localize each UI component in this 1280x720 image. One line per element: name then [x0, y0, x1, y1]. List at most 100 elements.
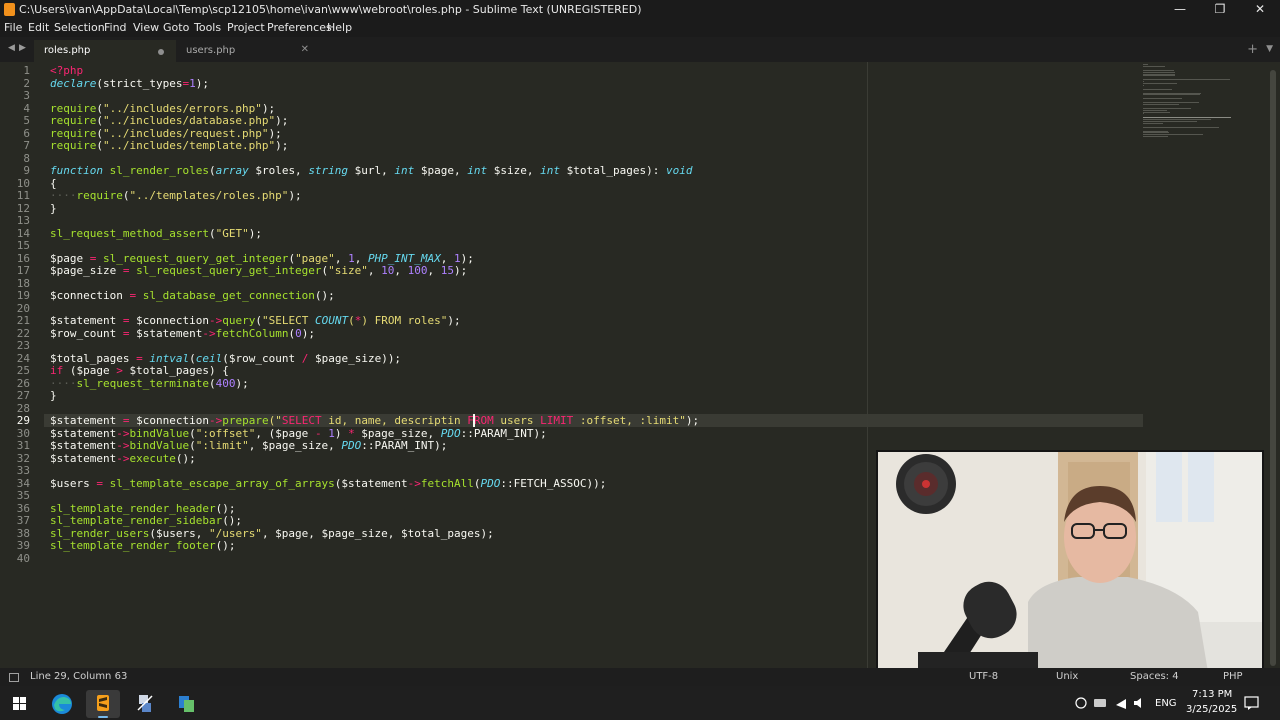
network-app-icon[interactable] — [128, 690, 162, 718]
code-line[interactable]: $page_size = sl_request_query_get_intege… — [50, 264, 467, 278]
code-token: - — [314, 426, 322, 440]
line-number: 21 — [16, 314, 30, 327]
code-line[interactable]: ····require("../templates/roles.php"); — [50, 189, 302, 203]
tab-back-icon[interactable]: ◀ — [8, 43, 15, 53]
code-token: sl_render_roles — [109, 164, 209, 177]
code-token: int — [467, 164, 488, 177]
edge-icon[interactable] — [45, 690, 79, 718]
indentation-indicator[interactable]: Spaces: 4 — [1130, 671, 1179, 682]
volume-icon[interactable] — [1134, 698, 1141, 708]
line-endings-indicator[interactable]: Unix — [1056, 671, 1078, 682]
code-line[interactable]: function sl_render_roles(array $roles, s… — [50, 164, 692, 178]
code-token: ); — [261, 101, 276, 115]
code-token: sl_template_render_header — [50, 501, 216, 515]
windows-start-icon[interactable] — [3, 690, 37, 718]
language-indicator[interactable]: ENG — [1155, 698, 1177, 709]
maximize-button[interactable]: ❐ — [1200, 0, 1240, 19]
file-transfer-icon[interactable] — [169, 690, 203, 718]
minimap-line — [1143, 122, 1163, 124]
code-line[interactable]: } — [50, 201, 57, 216]
code-line[interactable]: declare(strict_types=1); — [50, 76, 209, 91]
tab-label: users.php — [186, 45, 236, 56]
code-token: "../includes/template.php" — [102, 139, 276, 152]
menu-project[interactable]: Project — [227, 21, 265, 34]
menu-selection[interactable]: Selection — [54, 21, 105, 34]
code-token: = — [116, 414, 137, 427]
sublime-text-icon[interactable] — [86, 690, 120, 718]
code-token: <?php — [50, 64, 84, 77]
tab-users-php[interactable]: users.php ✕ — [176, 40, 318, 62]
minimap-line — [1143, 98, 1182, 100]
code-token: declare — [50, 76, 97, 90]
code-line[interactable]: sl_request_method_assert("GET"); — [50, 226, 262, 241]
code-token: sl_template_escape_array_of_arrays — [109, 476, 335, 490]
code-token: , $page_size, — [248, 439, 342, 452]
shield-icon[interactable] — [1075, 697, 1087, 709]
syntax-indicator[interactable]: PHP — [1223, 671, 1243, 682]
minimap-line — [1143, 84, 1144, 86]
code-line[interactable]: require("../includes/template.php"); — [50, 139, 288, 153]
code-line[interactable]: } — [50, 389, 57, 403]
menu-tools[interactable]: Tools — [194, 21, 221, 34]
code-token: sl_request_method_assert — [50, 226, 209, 240]
code-token: int — [540, 164, 561, 177]
vertical-scrollbar[interactable] — [1270, 70, 1276, 666]
code-token: , — [334, 251, 349, 265]
code-token: require — [50, 114, 97, 127]
battery-icon[interactable] — [1094, 699, 1106, 707]
menu-file[interactable]: File — [4, 21, 22, 34]
webcam-overlay — [876, 450, 1264, 670]
code-token: ( — [189, 351, 196, 365]
code-token: $page — [50, 251, 84, 265]
code-token: "size" — [328, 264, 368, 277]
code-line[interactable]: ····sl_request_terminate(400); — [50, 376, 249, 391]
minimap[interactable] — [1143, 62, 1267, 142]
code-token: ) — [334, 426, 349, 440]
network-icon[interactable] — [1116, 699, 1126, 709]
minimize-button[interactable]: — — [1160, 0, 1200, 19]
panel-toggle-icon[interactable] — [9, 673, 19, 682]
code-token: $statement — [50, 439, 117, 452]
code-token: "SELECT — [261, 314, 315, 327]
cursor-position[interactable]: Line 29, Column 63 — [30, 671, 127, 682]
code-token: } — [50, 389, 57, 402]
code-token: (); — [215, 501, 236, 515]
line-number: 1 — [23, 64, 30, 77]
clock-date[interactable]: 3/25/2025 — [1186, 704, 1237, 715]
code-token: = — [122, 289, 143, 302]
menu-help[interactable]: Help — [327, 21, 352, 34]
close-window-button[interactable]: ✕ — [1240, 0, 1280, 19]
unsaved-dot-icon[interactable] — [158, 49, 164, 55]
code-token: ":limit" — [195, 439, 249, 452]
code-line[interactable]: $users = sl_template_escape_array_of_arr… — [50, 476, 606, 491]
new-tab-icon[interactable]: + — [1247, 42, 1258, 57]
code-line[interactable]: $row_count = $statement->fetchColumn(0); — [50, 326, 315, 341]
clock-time[interactable]: 7:13 PM — [1192, 689, 1232, 700]
code-token: = — [116, 326, 137, 340]
code-line[interactable]: $statement->execute(); — [50, 452, 196, 466]
menu-edit[interactable]: Edit — [28, 21, 49, 34]
tab-forward-icon[interactable]: ▶ — [19, 43, 26, 53]
encoding-indicator[interactable]: UTF-8 — [969, 671, 998, 682]
notification-icon[interactable] — [1244, 696, 1260, 710]
code-line[interactable]: sl_template_render_footer(); — [50, 539, 235, 553]
code-token: array — [215, 164, 249, 177]
minimap-line — [1143, 130, 1169, 132]
code-token: } — [50, 201, 57, 215]
code-token: "../includes/request.php" — [102, 126, 269, 140]
menu-goto[interactable]: Goto — [163, 21, 189, 34]
menu-find[interactable]: Find — [104, 21, 127, 34]
code-token: "GET" — [215, 226, 249, 240]
code-line[interactable]: $connection = sl_database_get_connection… — [50, 289, 335, 303]
tab-roles-php[interactable]: roles.php — [34, 40, 176, 62]
tab-list-icon[interactable]: ▼ — [1266, 44, 1273, 54]
menu-view[interactable]: View — [133, 21, 159, 34]
menu-preferences[interactable]: Preferences — [267, 21, 332, 34]
line-number: 33 — [16, 464, 30, 477]
code-token: = — [116, 264, 137, 277]
minimap-line — [1143, 92, 1201, 94]
tab-close-icon[interactable]: ✕ — [301, 44, 309, 55]
code-token: 400 — [215, 376, 236, 390]
code-token: sl_request_terminate — [76, 376, 209, 390]
